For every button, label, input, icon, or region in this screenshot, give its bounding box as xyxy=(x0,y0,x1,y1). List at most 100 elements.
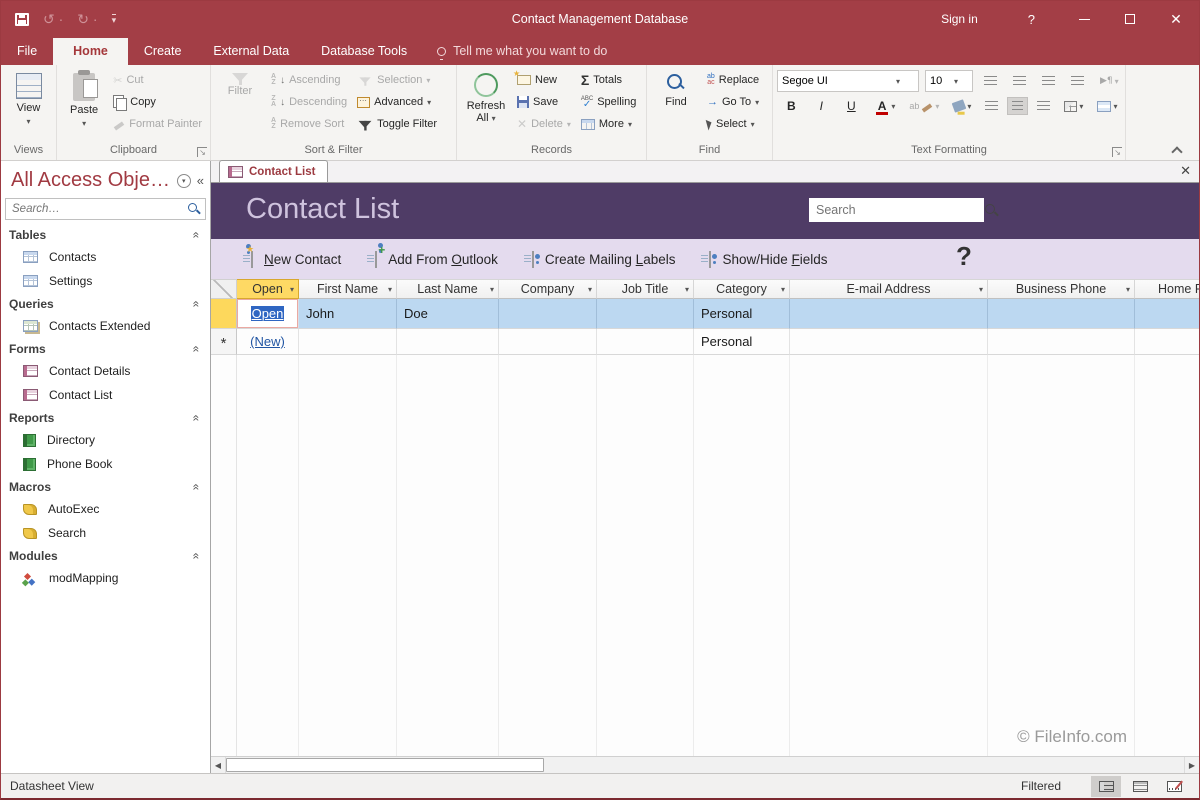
remove-sort-button[interactable]: AZRemove Sort xyxy=(267,113,351,135)
clipboard-dialog-launcher-icon[interactable]: ↘ xyxy=(197,147,207,157)
nav-item-contacts-extended[interactable]: Contacts Extended xyxy=(1,314,210,338)
toggle-filter-button[interactable]: Toggle Filter xyxy=(353,113,441,135)
find-button[interactable]: Find xyxy=(651,69,701,112)
select-button[interactable]: Select xyxy=(703,113,763,135)
help-button[interactable]: ? xyxy=(1002,12,1061,27)
scrollbar-thumb[interactable] xyxy=(226,758,544,772)
collapse-section-icon[interactable]: « xyxy=(190,552,204,559)
cell-open[interactable]: Open xyxy=(237,299,299,329)
nav-menu-dropdown-icon[interactable]: ▾ xyxy=(177,174,191,188)
select-all-corner[interactable] xyxy=(211,279,237,299)
column-dropdown-icon[interactable] xyxy=(1126,285,1130,294)
tab-external-data[interactable]: External Data xyxy=(197,38,305,65)
align-center-button[interactable] xyxy=(1007,97,1028,115)
align-left-button[interactable] xyxy=(980,97,1003,115)
nav-search-input[interactable] xyxy=(6,203,187,215)
refresh-all-button[interactable]: RefreshAll xyxy=(461,69,511,129)
tab-create[interactable]: Create xyxy=(128,38,198,65)
datasheet-view-button[interactable] xyxy=(1091,776,1121,797)
add-from-outlook-button[interactable]: Add From Outlook xyxy=(375,252,498,267)
background-color-button[interactable] xyxy=(948,97,976,115)
column-dropdown-icon[interactable] xyxy=(388,285,392,294)
customize-qat-icon[interactable]: ▾ xyxy=(112,14,117,24)
underline-button[interactable]: U xyxy=(837,95,866,117)
column-dropdown-icon[interactable] xyxy=(979,285,983,294)
cell-open[interactable]: (New) xyxy=(237,329,299,355)
collapse-ribbon-icon[interactable] xyxy=(1172,145,1181,154)
totals-button[interactable]: ΣTotals xyxy=(577,69,640,91)
cell-category[interactable]: Personal xyxy=(694,299,790,329)
nav-section-forms[interactable]: Forms« xyxy=(1,338,210,359)
bullets-button[interactable] xyxy=(979,72,1002,90)
tab-home[interactable]: Home xyxy=(53,38,128,65)
tell-me-box[interactable]: Tell me what you want to do xyxy=(423,38,621,65)
nav-item-contact-details[interactable]: Contact Details xyxy=(1,359,210,383)
column-dropdown-icon[interactable] xyxy=(588,285,592,294)
nav-item-phone-book[interactable]: Phone Book xyxy=(1,452,210,476)
filtered-toggle[interactable]: Filtered xyxy=(1021,779,1061,793)
record-open-link[interactable]: Open xyxy=(251,306,285,321)
copy-button[interactable]: Copy xyxy=(109,91,206,113)
column-header-category[interactable]: Category xyxy=(694,279,790,299)
increase-indent-button[interactable] xyxy=(1037,72,1060,90)
filter-button[interactable]: Filter xyxy=(215,69,265,101)
numbering-button[interactable] xyxy=(1008,72,1031,90)
column-header-home-phone[interactable]: Home Phone xyxy=(1135,279,1199,299)
cell-company[interactable] xyxy=(499,329,597,355)
replace-button[interactable]: abacReplace xyxy=(703,69,763,91)
minimize-button[interactable] xyxy=(1061,1,1107,37)
column-header-business-phone[interactable]: Business Phone xyxy=(988,279,1135,299)
cell-category[interactable]: Personal xyxy=(694,329,790,355)
column-dropdown-icon[interactable] xyxy=(490,285,494,294)
cell-first-name[interactable] xyxy=(299,329,397,355)
font-color-button[interactable]: A xyxy=(870,95,901,117)
record-selector[interactable]: * xyxy=(211,329,237,355)
nav-item-contact-list[interactable]: Contact List xyxy=(1,383,210,407)
go-to-button[interactable]: →Go To xyxy=(703,91,763,113)
record-open-link[interactable]: (New) xyxy=(250,334,285,349)
cell-last-name[interactable]: Doe xyxy=(397,299,499,329)
paragraph-direction-button[interactable]: ▶¶ xyxy=(1095,72,1124,90)
collapse-section-icon[interactable]: « xyxy=(190,483,204,490)
font-name-input[interactable] xyxy=(778,75,896,87)
column-header-last-name[interactable]: Last Name xyxy=(397,279,499,299)
decrease-indent-button[interactable] xyxy=(1066,72,1089,90)
font-name-box[interactable] xyxy=(777,70,919,92)
alternate-row-color-button[interactable] xyxy=(1092,97,1122,116)
text-formatting-dialog-launcher-icon[interactable]: ↘ xyxy=(1112,147,1122,157)
view-button[interactable]: View xyxy=(5,69,52,130)
cell-job-title[interactable] xyxy=(597,329,694,355)
new-record-button[interactable]: New xyxy=(513,69,575,91)
ascending-button[interactable]: AZ↓Ascending xyxy=(267,69,351,91)
form-search-input[interactable] xyxy=(809,203,984,217)
advanced-button[interactable]: Advanced xyxy=(353,91,441,113)
doc-tab-contact-list[interactable]: Contact List xyxy=(219,160,328,182)
column-header-company[interactable]: Company xyxy=(499,279,597,299)
cell-home-phone[interactable] xyxy=(1135,299,1199,329)
spelling-button[interactable]: ABC✓Spelling xyxy=(577,91,640,113)
descending-button[interactable]: ZA↓Descending xyxy=(267,91,351,113)
close-document-icon[interactable]: ✕ xyxy=(1180,163,1191,179)
more-button[interactable]: More xyxy=(577,113,640,135)
cell-home-phone[interactable] xyxy=(1135,329,1199,355)
scroll-right-icon[interactable]: ▶ xyxy=(1184,757,1199,773)
column-dropdown-icon[interactable] xyxy=(781,285,785,294)
layout-view-button[interactable] xyxy=(1159,776,1189,797)
new-contact-button[interactable]: New Contact xyxy=(251,252,341,267)
sign-in-button[interactable]: Sign in xyxy=(917,12,1002,26)
align-right-button[interactable] xyxy=(1032,97,1055,115)
collapse-section-icon[interactable]: « xyxy=(190,345,204,352)
gridlines-button[interactable] xyxy=(1059,97,1088,116)
column-header-open[interactable]: Open xyxy=(237,279,299,299)
column-header-first-name[interactable]: First Name xyxy=(299,279,397,299)
cut-button[interactable]: ✂Cut xyxy=(109,69,206,91)
cell-job-title[interactable] xyxy=(597,299,694,329)
create-mailing-labels-button[interactable]: Create Mailing Labels xyxy=(532,252,676,267)
tab-file[interactable]: File xyxy=(1,38,53,65)
column-dropdown-icon[interactable] xyxy=(685,285,689,294)
column-dropdown-icon[interactable] xyxy=(290,285,294,294)
column-header-e-mail-address[interactable]: E-mail Address xyxy=(790,279,988,299)
shutter-bar-close-icon[interactable]: « xyxy=(197,173,204,188)
nav-item-autoexec[interactable]: AutoExec xyxy=(1,497,210,521)
italic-button[interactable]: I xyxy=(810,95,833,117)
